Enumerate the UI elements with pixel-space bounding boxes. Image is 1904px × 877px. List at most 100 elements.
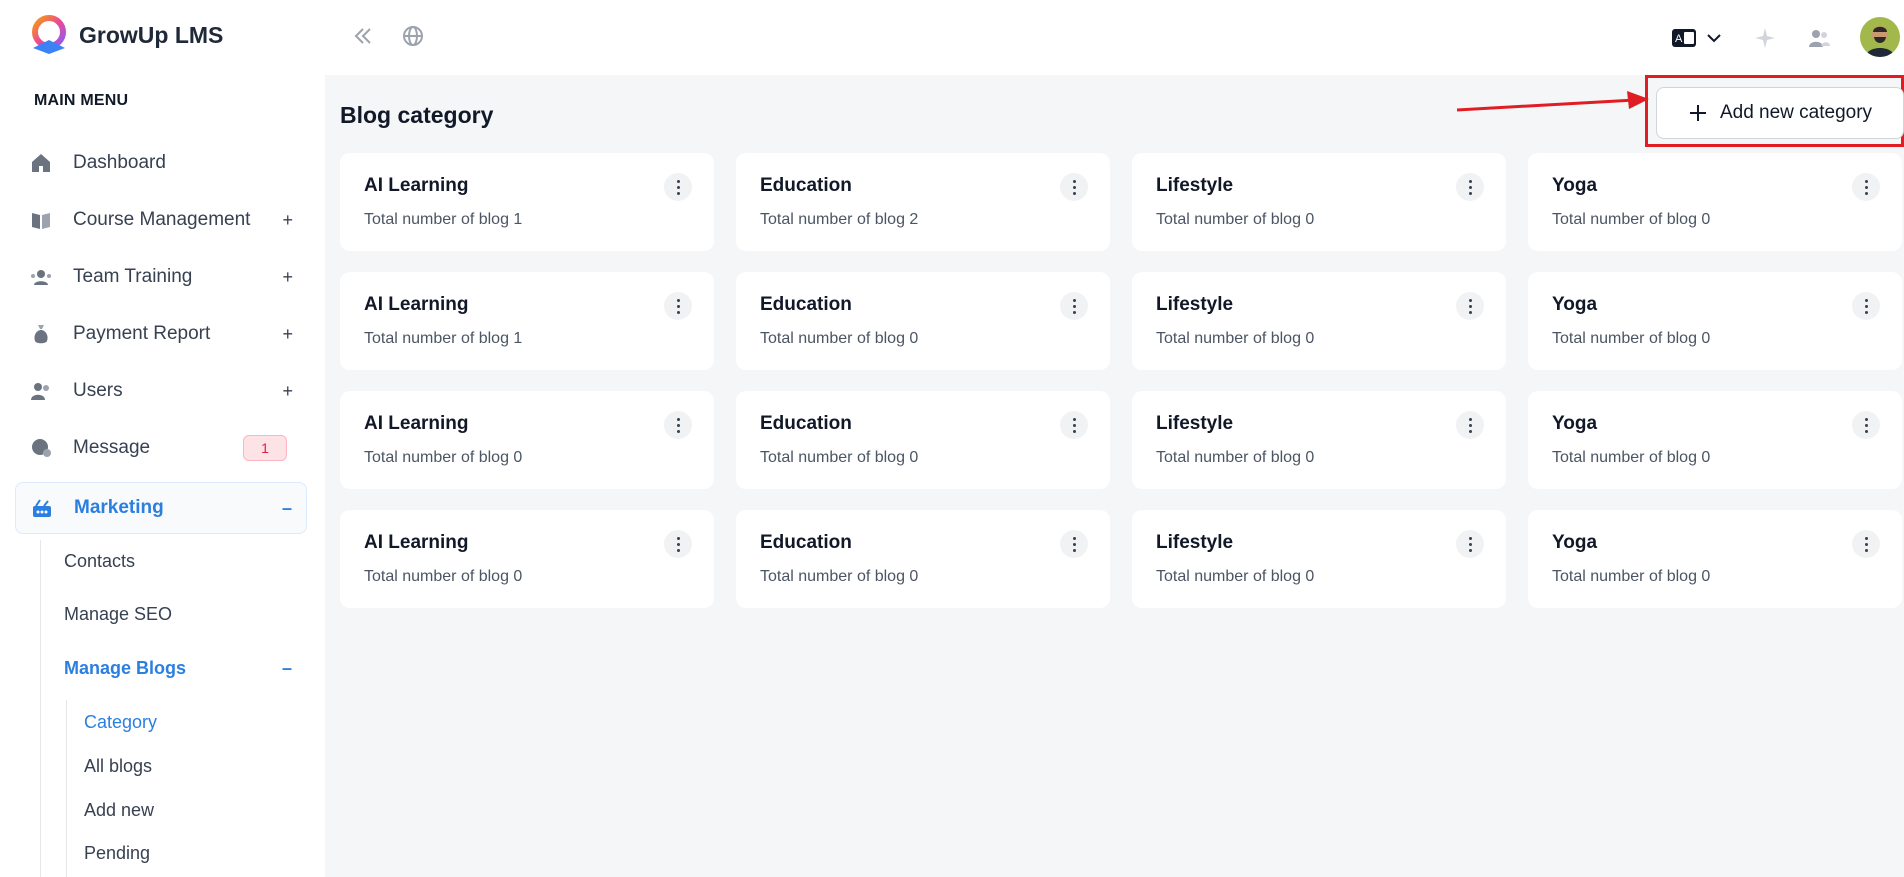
category-card[interactable]: Lifestyle Total number of blog 0 <box>1132 272 1506 370</box>
team-icon[interactable] <box>1806 25 1832 51</box>
category-grid: AI Learning Total number of blog 1 Educa… <box>340 153 1902 608</box>
sidebar-item-payment-report[interactable]: Payment Report + <box>15 308 307 360</box>
money-bag-icon <box>29 322 53 346</box>
sparkle-icon[interactable] <box>1752 25 1778 51</box>
sidebar-subitem-pending[interactable]: Pending <box>84 843 150 864</box>
category-blog-count: Total number of blog 0 <box>1156 449 1315 466</box>
add-new-category-label: Add new category <box>1719 102 1873 123</box>
sidebar-item-label: Payment Report <box>73 323 211 344</box>
category-name: Lifestyle <box>1156 413 1234 434</box>
sidebar-subitem-manage-seo[interactable]: Manage SEO <box>64 604 172 625</box>
language-selector[interactable]: A <box>1670 25 1726 51</box>
sidebar-item-course-management[interactable]: Course Management + <box>15 194 307 246</box>
more-options-icon[interactable] <box>1456 411 1484 439</box>
category-card[interactable]: Lifestyle Total number of blog 0 <box>1132 153 1506 251</box>
category-card[interactable]: Education Total number of blog 2 <box>736 153 1110 251</box>
expand-icon[interactable]: + <box>282 324 293 345</box>
user-avatar[interactable] <box>1860 17 1900 57</box>
collapse-sidebar-icon[interactable] <box>351 24 375 48</box>
category-name: Education <box>760 294 852 315</box>
more-options-icon[interactable] <box>1852 411 1880 439</box>
sidebar-subitem-add-new[interactable]: Add new <box>84 800 154 821</box>
more-options-icon[interactable] <box>664 292 692 320</box>
more-options-icon[interactable] <box>664 411 692 439</box>
category-name: Lifestyle <box>1156 294 1234 315</box>
category-card[interactable]: Education Total number of blog 0 <box>736 272 1110 370</box>
more-options-icon[interactable] <box>1060 411 1088 439</box>
top-bar: A <box>325 0 1904 75</box>
more-options-icon[interactable] <box>1852 292 1880 320</box>
more-options-icon[interactable] <box>1456 292 1484 320</box>
more-options-icon[interactable] <box>1060 530 1088 558</box>
collapse-icon[interactable]: – <box>282 498 292 519</box>
sidebar-item-team-training[interactable]: Team Training + <box>15 251 307 303</box>
app-name: GrowUp LMS <box>79 21 224 48</box>
category-card[interactable]: Education Total number of blog 0 <box>736 391 1110 489</box>
sidebar-item-users[interactable]: Users + <box>15 365 307 417</box>
category-card[interactable]: Yoga Total number of blog 0 <box>1528 391 1902 489</box>
sidebar-subitem-contacts[interactable]: Contacts <box>64 551 135 572</box>
category-blog-count: Total number of blog 0 <box>364 449 523 466</box>
globe-icon[interactable] <box>401 24 425 48</box>
more-options-icon[interactable] <box>1060 292 1088 320</box>
category-blog-count: Total number of blog 2 <box>760 211 919 228</box>
category-card[interactable]: Yoga Total number of blog 0 <box>1528 510 1902 608</box>
category-blog-count: Total number of blog 0 <box>1156 330 1315 347</box>
app-logo[interactable]: GrowUp LMS <box>27 14 223 56</box>
sidebar-item-label: Course Management <box>73 209 251 230</box>
category-name: Lifestyle <box>1156 175 1234 196</box>
sidebar-item-dashboard[interactable]: Dashboard <box>15 137 307 189</box>
message-count-badge: 1 <box>243 435 287 461</box>
more-options-icon[interactable] <box>1456 530 1484 558</box>
category-card[interactable]: AI Learning Total number of blog 0 <box>340 510 714 608</box>
category-name: Education <box>760 175 852 196</box>
more-options-icon[interactable] <box>664 530 692 558</box>
more-options-icon[interactable] <box>664 173 692 201</box>
expand-icon[interactable]: + <box>282 210 293 231</box>
sidebar-item-label: Users <box>73 380 123 401</box>
sidebar-item-label: Team Training <box>73 266 193 287</box>
users-icon <box>29 379 53 403</box>
sidebar-item-marketing[interactable]: Marketing – <box>15 482 307 534</box>
sidebar: GrowUp LMS MAIN MENU Dashboard Course Ma… <box>0 0 325 877</box>
sidebar-item-label: Marketing <box>74 497 164 518</box>
plus-icon <box>1689 105 1706 121</box>
sidebar-subitem-category[interactable]: Category <box>84 712 157 733</box>
category-card[interactable]: Lifestyle Total number of blog 0 <box>1132 391 1506 489</box>
page-title: Blog category <box>340 102 494 128</box>
sidebar-subitem-manage-blogs[interactable]: Manage Blogs – <box>64 658 304 679</box>
category-card[interactable]: Education Total number of blog 0 <box>736 510 1110 608</box>
expand-icon[interactable]: + <box>282 267 293 288</box>
category-name: Lifestyle <box>1156 532 1234 553</box>
more-options-icon[interactable] <box>1852 530 1880 558</box>
category-card[interactable]: Yoga Total number of blog 0 <box>1528 272 1902 370</box>
svg-text:A: A <box>1675 33 1683 45</box>
sidebar-subitem-all-blogs[interactable]: All blogs <box>84 756 152 777</box>
category-card[interactable]: AI Learning Total number of blog 1 <box>340 153 714 251</box>
add-new-category-button[interactable]: Add new category <box>1656 87 1904 139</box>
category-card[interactable]: Yoga Total number of blog 0 <box>1528 153 1902 251</box>
category-card[interactable]: Lifestyle Total number of blog 0 <box>1132 510 1506 608</box>
category-blog-count: Total number of blog 0 <box>760 449 919 466</box>
annotation-arrow <box>1456 91 1649 112</box>
more-options-icon[interactable] <box>1060 173 1088 201</box>
category-name: AI Learning <box>364 413 469 434</box>
sidebar-subitem-label: Manage Blogs <box>64 658 187 678</box>
collapse-icon[interactable]: – <box>282 658 292 679</box>
book-icon <box>29 208 53 232</box>
sidebar-item-label: Message <box>73 437 151 458</box>
more-options-icon[interactable] <box>1852 173 1880 201</box>
category-name: AI Learning <box>364 532 469 553</box>
category-name: AI Learning <box>364 294 469 315</box>
team-icon <box>29 265 53 289</box>
sidebar-item-message[interactable]: Message 1 <box>15 422 307 474</box>
submenu-guide-line <box>66 700 67 877</box>
category-card[interactable]: AI Learning Total number of blog 1 <box>340 272 714 370</box>
category-blog-count: Total number of blog 0 <box>760 568 919 585</box>
category-blog-count: Total number of blog 0 <box>760 330 919 347</box>
menu-heading: MAIN MENU <box>34 92 129 109</box>
more-options-icon[interactable] <box>1456 173 1484 201</box>
category-blog-count: Total number of blog 0 <box>1552 568 1711 585</box>
category-card[interactable]: AI Learning Total number of blog 0 <box>340 391 714 489</box>
expand-icon[interactable]: + <box>282 381 293 402</box>
